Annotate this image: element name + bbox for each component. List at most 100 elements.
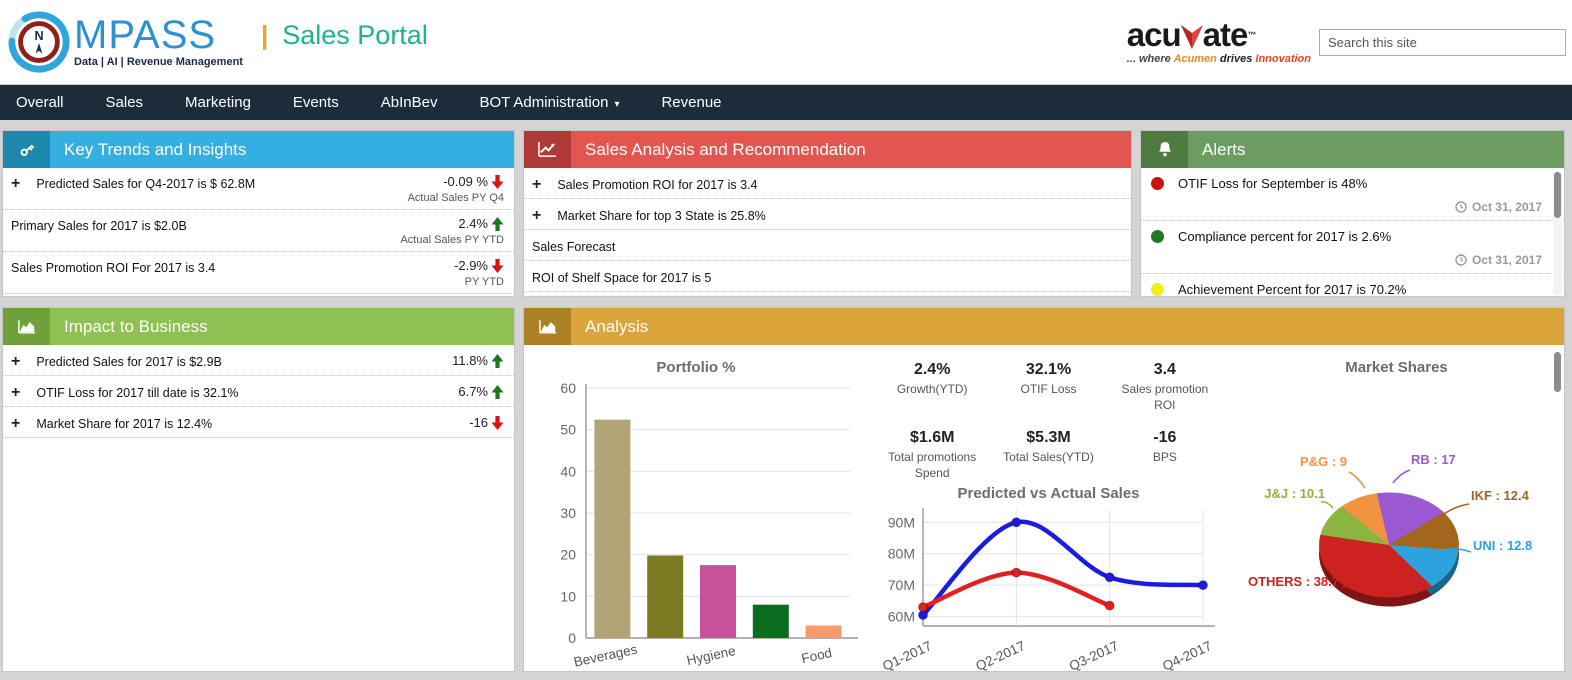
portfolio-bar-chart[interactable]: Portfolio % 0102030405060BeveragesHygien… <box>524 345 868 672</box>
kpi-stats-grid: 2.4%Growth(YTD) 32.1%OTIF Loss 3.4Sales … <box>868 345 1229 485</box>
svg-text:50: 50 <box>560 422 576 438</box>
alert-row: OTIF Loss for September is 48% Oct 31, 2… <box>1141 168 1564 221</box>
key-trends-row: + Predicted Sales for Q4-2017 is $ 62.8M… <box>3 168 514 210</box>
expand-plus-icon[interactable]: + <box>11 386 20 400</box>
status-dot <box>1151 230 1164 243</box>
trend-arrow-icon <box>491 354 504 368</box>
panel-title: Analysis <box>585 317 648 337</box>
main-navbar: Overall Sales Marketing Events AbInBev B… <box>0 85 1572 120</box>
impact-panel: Impact to Business + Predicted Sales for… <box>2 307 515 672</box>
trend-arrow-icon <box>491 217 504 231</box>
analysis-scrollbar[interactable] <box>1553 348 1562 670</box>
sales-portal-page: N MPASS Data | AI | Revenue Management |… <box>0 0 1572 680</box>
pie-label: OTHERS : 38.7 <box>1248 574 1339 589</box>
svg-text:Hygiene: Hygiene <box>685 643 737 668</box>
trademark-symbol: ™ <box>1247 20 1255 50</box>
svg-text:0: 0 <box>568 630 576 646</box>
compass-logo-icon: N <box>8 11 70 73</box>
panel-title: Sales Analysis and Recommendation <box>585 140 866 160</box>
nav-item-sales[interactable]: Sales <box>85 94 165 111</box>
expand-plus-icon[interactable]: + <box>11 355 20 369</box>
key-trends-header: Key Trends and Insights <box>3 131 514 168</box>
sales-analysis-header: Sales Analysis and Recommendation <box>524 131 1131 168</box>
acuvate-text-acu: acu <box>1127 20 1181 50</box>
brand-tagline: Data | AI | Revenue Management <box>74 56 243 68</box>
trend-arrow-icon <box>491 259 504 273</box>
impact-row: + Predicted Sales for 2017 is $2.9B 11.8… <box>3 345 514 376</box>
scrollbar-thumb[interactable] <box>1554 172 1561 218</box>
pie-label: P&G : 9 <box>1300 454 1347 469</box>
analysis-panel: Analysis Portfolio % 0102030405060Bevera… <box>523 307 1565 672</box>
svg-text:60M: 60M <box>888 609 915 625</box>
svg-text:70M: 70M <box>888 578 915 594</box>
alerts-scrollbar[interactable] <box>1553 171 1562 295</box>
svg-text:20: 20 <box>560 547 576 563</box>
brand-name: MPASS <box>74 16 243 54</box>
key-trends-panel: Key Trends and Insights + Predicted Sale… <box>2 130 515 297</box>
area-chart-icon <box>3 308 50 345</box>
svg-text:10: 10 <box>560 588 576 604</box>
status-dot <box>1151 283 1164 296</box>
trend-arrow-icon <box>491 385 504 399</box>
analysis-row: ROI of Shelf Space for 2017 is 5 <box>524 261 1131 292</box>
top-header: N MPASS Data | AI | Revenue Management |… <box>0 0 1572 85</box>
alerts-header: Alerts <box>1141 131 1564 168</box>
svg-text:80M: 80M <box>888 546 915 562</box>
alert-timestamp: Oct 31, 2017 <box>1151 253 1542 267</box>
pie-label: UNI : 12.8 <box>1473 538 1532 553</box>
nav-item-abinbev[interactable]: AbInBev <box>360 94 459 111</box>
analysis-header: Analysis <box>524 308 1564 345</box>
bell-icon <box>1141 131 1188 168</box>
predicted-vs-actual-line-chart[interactable]: Predicted vs Actual Sales 60M70M80M90MQ1… <box>868 485 1229 672</box>
scrollbar-thumb[interactable] <box>1554 352 1561 392</box>
kpi-stat: -16BPS <box>1107 429 1223 481</box>
pie-label: IKF : 12.4 <box>1471 488 1529 503</box>
expand-plus-icon[interactable]: + <box>11 177 20 191</box>
compass-brand: N MPASS Data | AI | Revenue Management |… <box>8 11 428 73</box>
brand-separator: | <box>261 20 268 51</box>
kpi-stat: 32.1%OTIF Loss <box>990 361 1106 413</box>
nav-item-events[interactable]: Events <box>272 94 360 111</box>
svg-text:Q3-2017: Q3-2017 <box>1067 638 1121 672</box>
svg-text:Q4-2017: Q4-2017 <box>1160 638 1214 672</box>
alert-row: Compliance percent for 2017 is 2.6% Oct … <box>1141 221 1564 274</box>
svg-text:30: 30 <box>560 505 576 521</box>
area-chart-icon <box>524 308 571 345</box>
sales-analysis-panel: Sales Analysis and Recommendation + Sale… <box>523 130 1132 297</box>
trend-arrow-icon <box>491 175 504 189</box>
pie-label: J&J : 10.1 <box>1264 486 1325 501</box>
expand-plus-icon[interactable]: + <box>532 209 541 223</box>
search-input[interactable] <box>1319 29 1566 56</box>
pie-leader-lines <box>1229 380 1564 660</box>
status-dot <box>1151 177 1164 190</box>
nav-item-revenue[interactable]: Revenue <box>640 94 742 111</box>
analysis-row: + Market Share for top 3 State is 25.8% <box>524 199 1131 230</box>
alert-timestamp: Oct 31, 2017 <box>1151 200 1542 214</box>
panel-title: Impact to Business <box>64 317 208 337</box>
acuvate-v-icon <box>1180 24 1204 50</box>
nav-item-overall[interactable]: Overall <box>16 94 85 111</box>
alert-row: Achievement Percent for 2017 is 70.2% <box>1141 274 1564 297</box>
key-trends-row: Primary Sales for 2017 is $2.0B 2.4% Act… <box>3 210 514 252</box>
analysis-row: + Sales Promotion ROI for 2017 is 3.4 <box>524 168 1131 199</box>
svg-text:Q2-2017: Q2-2017 <box>973 638 1027 672</box>
acuvate-text-ate: ate <box>1203 20 1248 50</box>
dropdown-caret-icon: ▾ <box>614 99 619 110</box>
market-shares-pie-chart[interactable]: Market Shares RB : 17IKF : 12.4UNI : 12.… <box>1229 345 1564 672</box>
nav-item-bot-administration[interactable]: BOT Administration▾ <box>458 94 640 111</box>
svg-text:N: N <box>34 29 43 43</box>
kpi-stat: $5.3MTotal Sales(YTD) <box>990 429 1106 481</box>
expand-plus-icon[interactable]: + <box>11 417 20 431</box>
nav-item-marketing[interactable]: Marketing <box>164 94 272 111</box>
svg-text:60: 60 <box>560 380 576 396</box>
kpi-stat: $1.6MTotal promotions Spend <box>874 429 990 481</box>
key-icon <box>3 131 50 168</box>
kpi-stat: 3.4Sales promotion ROI <box>1107 361 1223 413</box>
panel-title: Key Trends and Insights <box>64 140 246 160</box>
acuvate-tagline: ... where Acumen drives Innovation <box>1127 53 1311 65</box>
svg-text:40: 40 <box>560 463 576 479</box>
impact-row: + Market Share for 2017 is 12.4% -16 <box>3 407 514 438</box>
expand-plus-icon[interactable]: + <box>532 178 541 192</box>
analysis-row: Sales Forecast <box>524 230 1131 261</box>
acuvate-logo: acuate™ ... where Acumen drives Innovati… <box>1127 20 1311 65</box>
